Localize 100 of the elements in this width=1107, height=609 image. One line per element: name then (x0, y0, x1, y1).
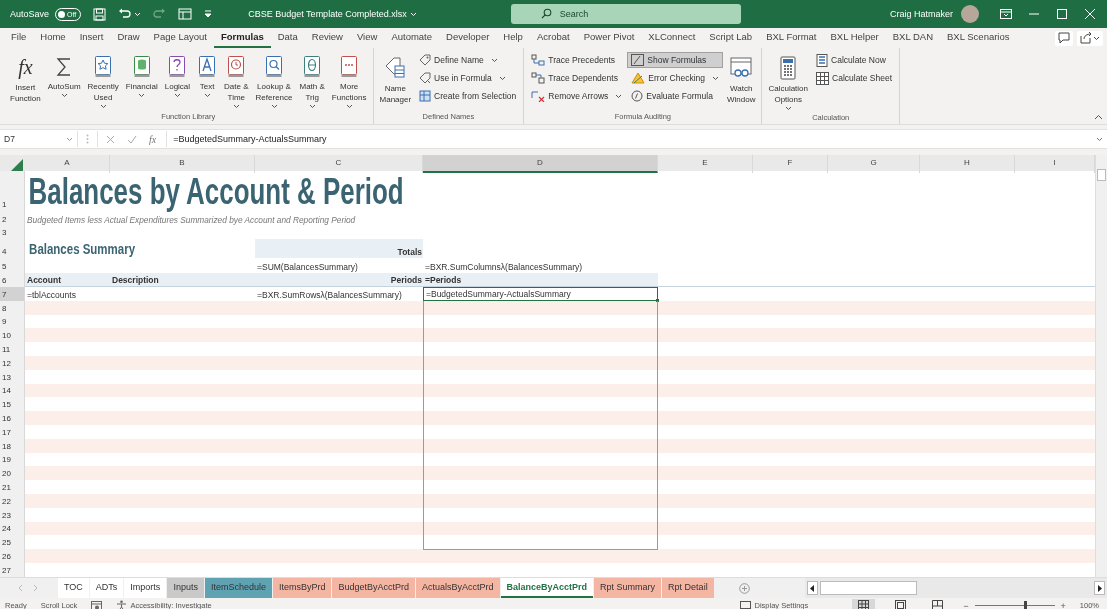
row-header[interactable]: 21 (0, 480, 25, 494)
ribbon-button[interactable]: Lookup & Reference (252, 50, 296, 111)
ribbon-button[interactable]: Recently Used (84, 50, 122, 111)
formula-input[interactable]: =BudgetedSummary-ActualsSummary (167, 134, 1092, 144)
ribbon-tab[interactable]: Help (496, 28, 530, 48)
ribbon-button[interactable]: AutoSum (44, 50, 84, 100)
row-header[interactable]: 16 (0, 411, 25, 425)
column-header[interactable]: E (658, 155, 753, 173)
ribbon-button[interactable]: Calculate Sheet (812, 70, 897, 86)
ribbon-tab[interactable]: BXL Helper (823, 28, 886, 48)
sheet-tab[interactable]: ADTs (89, 578, 124, 598)
sheet-tab[interactable]: Inputs (167, 578, 204, 598)
row-header[interactable]: 7 (0, 287, 25, 301)
row-header[interactable]: 3 (0, 226, 25, 239)
column-header[interactable]: G (828, 155, 920, 173)
sheet-tab[interactable]: BudgetByAcctPrd (332, 578, 415, 598)
undo-icon[interactable] (118, 7, 132, 21)
ribbon-tab[interactable]: Data (270, 28, 305, 48)
sheet-tab[interactable]: Rpt Detail (662, 578, 714, 598)
caret-icon[interactable] (409, 11, 417, 17)
column-header[interactable]: D (423, 155, 658, 173)
ribbon-tab[interactable]: Script Lab (702, 28, 760, 48)
ribbon-button[interactable]: Math & Trig (296, 50, 328, 111)
row-header[interactable]: 10 (0, 328, 25, 343)
vertical-scrollbar[interactable] (1095, 155, 1107, 577)
zoom-out-button[interactable]: − (963, 600, 969, 609)
ribbon-button[interactable]: Remove Arrows (527, 88, 627, 104)
ribbon-tab[interactable]: XLConnect (641, 28, 703, 48)
sheet-tab[interactable]: ActualsByAcctPrd (416, 578, 500, 598)
row-header[interactable]: 25 (0, 535, 25, 550)
active-cell[interactable]: =BudgetedSummary-ActualsSummary (423, 287, 658, 301)
ribbon-tab[interactable]: BXL Format (759, 28, 824, 48)
row-header[interactable]: 5 (0, 258, 25, 273)
ribbon-tab[interactable]: BXL DAN (885, 28, 941, 48)
scroll-thumb[interactable] (819, 581, 917, 595)
customize-icon[interactable] (204, 10, 213, 18)
scroll-right-button[interactable] (1094, 581, 1105, 595)
ribbon-button[interactable]: Watch Window (724, 50, 759, 107)
save-icon[interactable] (93, 7, 107, 21)
ribbon-button[interactable]: Text (194, 50, 221, 100)
column-header[interactable]: H (920, 155, 1015, 173)
ribbon-button[interactable]: Calculation Options (765, 50, 811, 113)
column-header[interactable]: F (753, 155, 828, 173)
ribbon-button[interactable]: Trace Precedents (527, 52, 627, 68)
sheet-tab[interactable]: ItemsByPrd (272, 578, 332, 598)
caret-icon[interactable] (134, 11, 142, 17)
ribbon-button[interactable]: Evaluate Formula (627, 88, 723, 104)
normal-view-icon[interactable] (852, 599, 876, 609)
ribbon-tab[interactable]: Review (304, 28, 350, 48)
ribbon-button[interactable]: Create from Selection (415, 88, 521, 104)
ribbon-button[interactable]: Use in Formula (415, 70, 521, 86)
sheet-tab[interactable]: TOC (58, 578, 89, 598)
ribbon-tab[interactable]: Page Layout (146, 28, 214, 48)
file-title[interactable]: CBSE Budget Template Completed.xlsx (248, 9, 407, 19)
ribbon-tab[interactable]: Formulas (213, 28, 271, 48)
horizontal-scrollbar[interactable] (804, 578, 1107, 598)
zoom-in-button[interactable]: + (1060, 600, 1066, 609)
row-header[interactable]: 6 (0, 273, 25, 287)
ribbon-button[interactable]: Define Name (415, 52, 521, 68)
share-icon[interactable] (1077, 30, 1103, 46)
ribbon-button[interactable]: More Functions (328, 50, 370, 111)
user-name[interactable]: Craig Hatmaker (889, 9, 953, 19)
ribbon-button[interactable]: Logical (161, 50, 194, 100)
ribbon-button[interactable]: Calculate Now (812, 52, 897, 68)
sheet-tab[interactable]: BalanceByAcctPrd (500, 578, 594, 598)
ribbon-button[interactable]: Show Formulas (627, 52, 723, 68)
ribbon-tab[interactable]: Developer (439, 28, 497, 48)
ribbon-tab[interactable]: Acrobat (529, 28, 577, 48)
ribbon-button[interactable]: Name Manager (376, 50, 415, 107)
macro-icon[interactable] (91, 600, 103, 609)
column-header[interactable]: B (110, 155, 255, 173)
name-box[interactable]: D7 (0, 131, 78, 147)
row-header[interactable]: 26 (0, 549, 25, 563)
ribbon-tab[interactable]: BXL Scenarios (940, 28, 1017, 48)
avatar[interactable] (961, 5, 979, 23)
comment-icon[interactable] (1055, 30, 1073, 46)
ribbon-tab[interactable]: Draw (110, 28, 147, 48)
row-header[interactable]: 1 (0, 171, 25, 211)
ribbon-tab[interactable]: Power Pivot (576, 28, 642, 48)
row-header[interactable]: 15 (0, 397, 25, 412)
form-icon[interactable] (178, 8, 193, 20)
row-header[interactable]: 2 (0, 211, 25, 226)
row-header[interactable]: 20 (0, 466, 25, 481)
ribbon-tab[interactable]: Automate (384, 28, 440, 48)
ribbon-button[interactable]: Trace Dependents (527, 70, 627, 86)
insert-function-button[interactable]: fx (149, 133, 157, 145)
ribbon-button[interactable]: Financial (122, 50, 161, 100)
ribbon-button[interactable]: fx Insert Function (7, 50, 44, 106)
ribbon-tab[interactable]: Home (33, 28, 73, 48)
ribbon-tab[interactable]: Insert (72, 28, 111, 48)
ribbon-tab[interactable]: View (349, 28, 385, 48)
row-header[interactable]: 4 (0, 239, 25, 258)
sheet-tab[interactable]: ItemSchedule (204, 578, 272, 598)
search-field[interactable]: Search (510, 4, 741, 24)
ribbon-tab[interactable]: File (4, 28, 34, 48)
ribbon-button[interactable]: Date & Time (221, 50, 252, 111)
scroll-left-button[interactable] (806, 581, 818, 595)
row-header[interactable]: 11 (0, 342, 25, 356)
ribbon-button[interactable]: Error Checking (627, 70, 723, 86)
sheet-tab[interactable]: Rpt Summary (594, 578, 662, 598)
